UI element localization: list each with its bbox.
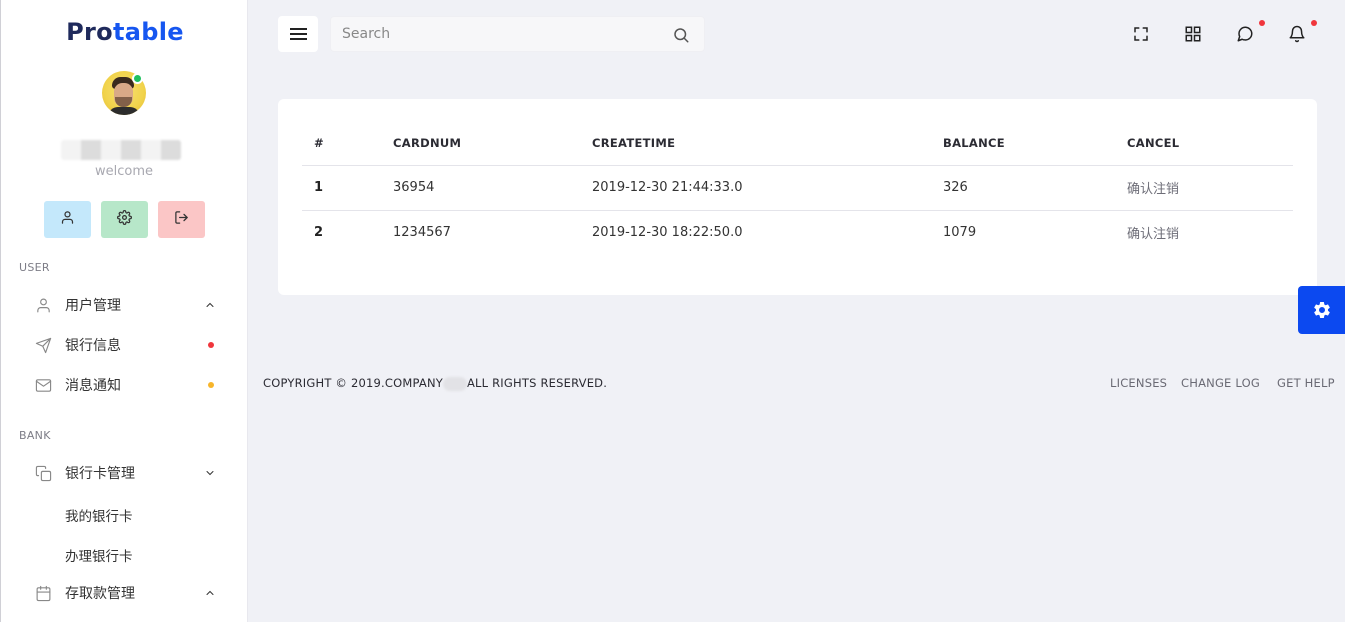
column-header-index: # bbox=[302, 121, 381, 166]
column-header-balance: BALANCE bbox=[931, 121, 1115, 166]
brand-logo-part2: table bbox=[112, 18, 184, 46]
username-redacted bbox=[61, 140, 181, 160]
sidebar-item-bank-info[interactable]: 银行信息 bbox=[34, 333, 224, 357]
send-icon bbox=[34, 336, 52, 354]
sidebar-item-label: 银行卡管理 bbox=[65, 466, 135, 482]
row-createtime: 2019-12-30 18:22:50.0 bbox=[592, 225, 743, 241]
bank-card-table: # CARDNUM CREATETIME BALANCE CANCEL 1 36… bbox=[302, 121, 1293, 255]
user-icon bbox=[60, 210, 75, 229]
bell-badge-dot bbox=[1311, 20, 1317, 26]
search-input[interactable] bbox=[331, 17, 661, 51]
table-row: 1 36954 2019-12-30 21:44:33.0 326 确认注销 bbox=[302, 165, 1293, 211]
sidebar-subitem-my-cards[interactable]: 我的银行卡 bbox=[65, 505, 133, 525]
column-header-createtime: CREATETIME bbox=[580, 121, 931, 166]
profile-button[interactable] bbox=[44, 201, 91, 238]
theme-settings-button[interactable] bbox=[1298, 286, 1345, 334]
welcome-text: welcome bbox=[94, 164, 153, 179]
table-row: 2 1234567 2019-12-30 18:22:50.0 1079 确认注… bbox=[302, 210, 1293, 255]
chevron-up-icon bbox=[206, 302, 214, 307]
chat-button[interactable] bbox=[1234, 23, 1256, 45]
notification-dot bbox=[208, 382, 214, 388]
copy-icon bbox=[34, 464, 52, 482]
user-icon bbox=[34, 296, 52, 314]
row-balance: 326 bbox=[931, 165, 1115, 211]
sidebar-item-deposit-management[interactable]: 存取款管理 bbox=[34, 581, 224, 605]
search-icon[interactable] bbox=[672, 26, 690, 44]
apps-button[interactable] bbox=[1182, 23, 1204, 45]
apps-grid-icon bbox=[1185, 26, 1201, 42]
gear-icon bbox=[1313, 302, 1330, 318]
logout-icon bbox=[174, 210, 189, 229]
column-header-cardnum: CARDNUM bbox=[381, 121, 580, 166]
footer-link-help[interactable]: GET HELP bbox=[1277, 376, 1335, 390]
fullscreen-button[interactable] bbox=[1130, 23, 1152, 45]
chevron-down-icon bbox=[206, 471, 214, 476]
sidebar: Protable welcome USER 用户管理 银行信息 消息通知 BAN… bbox=[0, 0, 248, 622]
brand-logo[interactable]: Protable bbox=[1, 18, 247, 46]
row-cardnum: 1234567 bbox=[393, 225, 451, 241]
chevron-up-icon bbox=[206, 590, 214, 595]
copyright-text-start: COPYRIGHT © 2019.COMPANY bbox=[263, 376, 443, 390]
footer-link-changelog[interactable]: CHANGE LOG bbox=[1181, 376, 1260, 390]
section-label-bank: BANK bbox=[19, 429, 51, 442]
brand-logo-part1: Pro bbox=[66, 18, 113, 46]
fullscreen-icon bbox=[1134, 27, 1148, 41]
menu-toggle-button[interactable] bbox=[278, 16, 318, 52]
calendar-icon bbox=[34, 584, 52, 602]
online-status-dot bbox=[132, 73, 143, 84]
sidebar-item-notifications[interactable]: 消息通知 bbox=[34, 373, 224, 397]
confirm-cancel-link[interactable]: 确认注销 bbox=[1115, 165, 1293, 211]
sidebar-item-label: 消息通知 bbox=[65, 378, 121, 394]
gear-icon bbox=[117, 210, 132, 229]
chat-badge-dot bbox=[1259, 20, 1265, 26]
sidebar-subitem-apply-card[interactable]: 办理银行卡 bbox=[65, 545, 133, 565]
footer-link-licenses[interactable]: LICENSES bbox=[1110, 376, 1167, 390]
logout-button[interactable] bbox=[158, 201, 205, 238]
sidebar-item-label: 银行信息 bbox=[65, 338, 121, 354]
row-createtime: 2019-12-30 21:44:33.0 bbox=[580, 165, 931, 211]
row-balance: 1079 bbox=[943, 225, 977, 241]
row-index: 1 bbox=[302, 165, 381, 211]
table-header-row: # CARDNUM CREATETIME BALANCE CANCEL bbox=[302, 121, 1293, 166]
row-index: 2 bbox=[314, 225, 324, 241]
column-header-cancel: CANCEL bbox=[1115, 121, 1293, 166]
mail-icon bbox=[34, 376, 52, 394]
hamburger-icon bbox=[289, 28, 307, 40]
sidebar-item-card-management[interactable]: 银行卡管理 bbox=[34, 461, 224, 485]
company-redacted bbox=[442, 376, 467, 391]
notifications-button[interactable] bbox=[1286, 23, 1308, 45]
copyright-text-end: ALL RIGHTS RESERVED. bbox=[466, 376, 608, 390]
section-label-user: USER bbox=[19, 261, 50, 274]
bell-icon bbox=[1289, 25, 1305, 43]
sidebar-item-user-management[interactable]: 用户管理 bbox=[34, 293, 224, 317]
search-box bbox=[330, 16, 705, 52]
sidebar-item-label: 用户管理 bbox=[65, 298, 121, 314]
footer-copyright: COPYRIGHT © 2019.COMPANY ALL RIGHTS RESER… bbox=[263, 376, 607, 391]
row-cardnum: 36954 bbox=[381, 165, 580, 211]
sidebar-item-label: 存取款管理 bbox=[65, 586, 135, 602]
confirm-cancel-link[interactable]: 确认注销 bbox=[1115, 210, 1293, 255]
notification-dot bbox=[208, 342, 214, 348]
settings-button[interactable] bbox=[101, 201, 148, 238]
chat-icon bbox=[1237, 26, 1253, 42]
bank-card-table-card: # CARDNUM CREATETIME BALANCE CANCEL 1 36… bbox=[278, 99, 1317, 295]
